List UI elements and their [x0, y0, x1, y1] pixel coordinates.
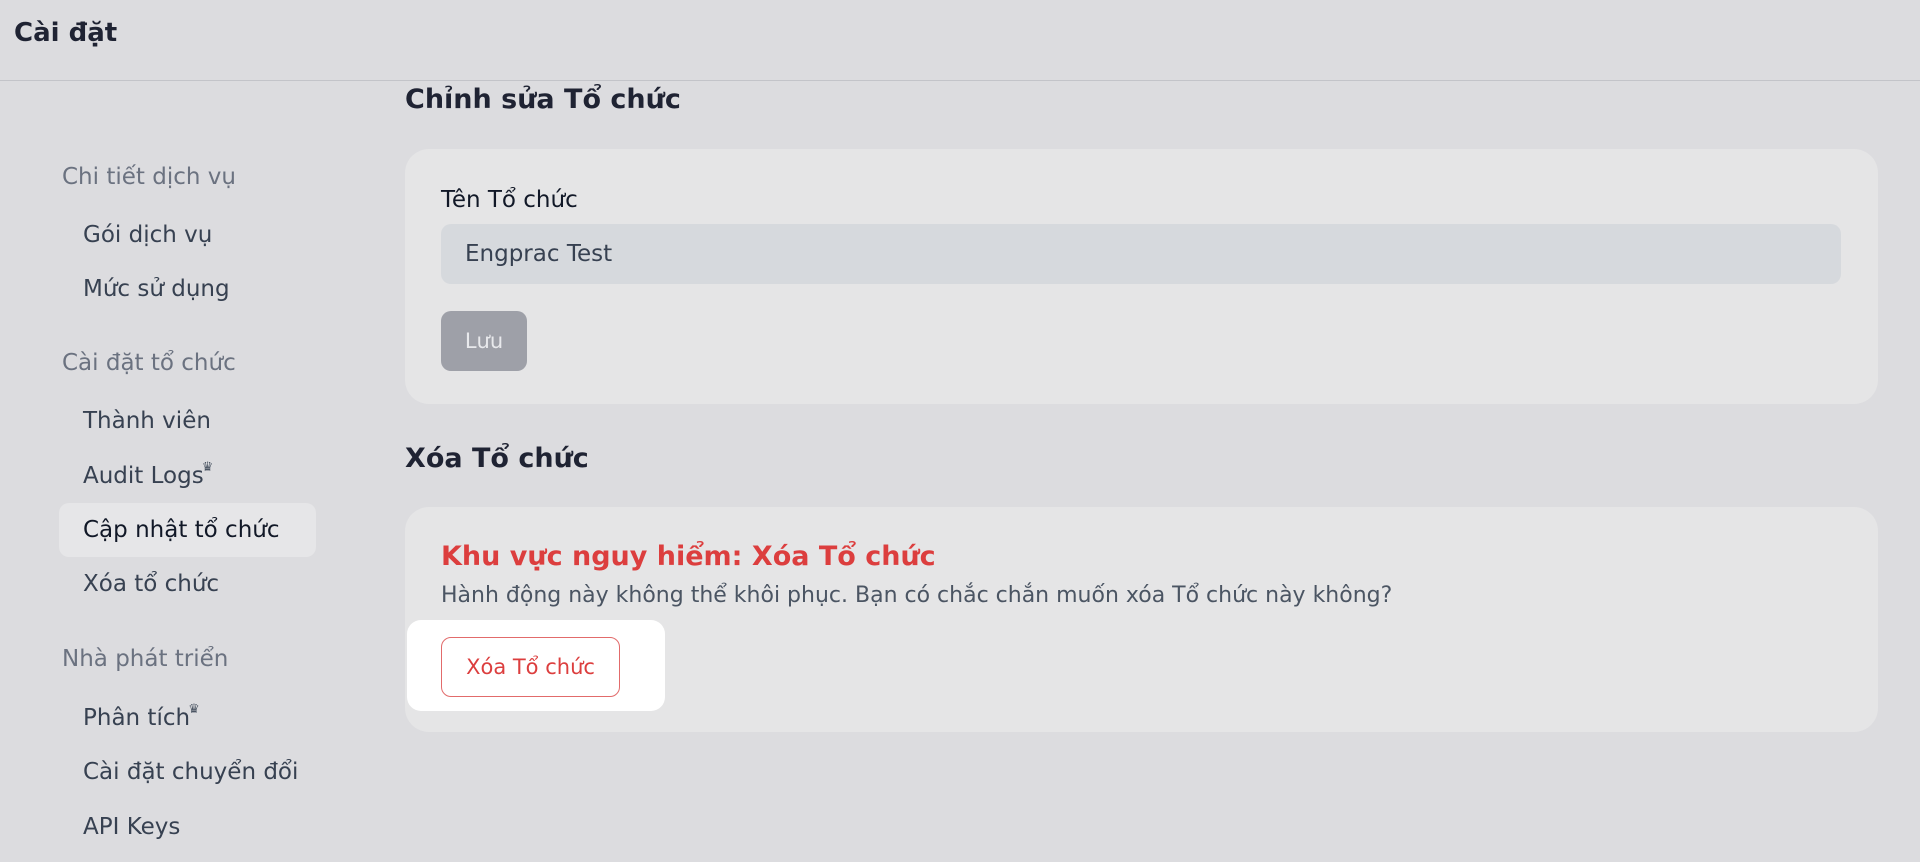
sidebar-item-label: Xóa tổ chức	[83, 571, 220, 597]
sidebar-group-org-settings: Cài đặt tổ chức	[62, 350, 236, 376]
sidebar-group-developer: Nhà phát triển	[62, 646, 229, 672]
sidebar-item-label: Thành viên	[83, 408, 211, 434]
sidebar-item-service-plan[interactable]: Gói dịch vụ	[59, 208, 316, 262]
save-button[interactable]: Lưu	[441, 311, 527, 371]
sidebar-item-label: Mức sử dụng	[83, 276, 230, 302]
sidebar-item-api-keys[interactable]: API Keys	[59, 800, 316, 854]
sidebar-item-label: Audit Logs	[83, 463, 204, 489]
sidebar-item-label: API Keys	[83, 814, 181, 840]
sidebar-item-members[interactable]: Thành viên	[59, 394, 316, 448]
delete-org-heading: Xóa Tổ chức	[405, 443, 589, 474]
org-name-label: Tên Tổ chức	[441, 187, 578, 213]
danger-zone-title: Khu vực nguy hiểm: Xóa Tổ chức	[441, 541, 936, 572]
danger-zone-card: Khu vực nguy hiểm: Xóa Tổ chức Hành động…	[405, 507, 1878, 732]
crown-icon: ♛	[201, 460, 214, 475]
sidebar-item-update-org[interactable]: Cập nhật tổ chức	[59, 503, 316, 557]
sidebar-item-analytics[interactable]: Phân tích♛	[59, 691, 316, 745]
org-name-input[interactable]	[441, 224, 1841, 284]
sidebar-item-label: Cập nhật tổ chức	[83, 517, 280, 543]
edit-org-card: Tên Tổ chức Lưu	[405, 149, 1878, 404]
sidebar-item-conversion-settings[interactable]: Cài đặt chuyển đổi	[59, 745, 316, 799]
sidebar-item-label: Gói dịch vụ	[83, 222, 213, 248]
sidebar-item-label: Phân tích	[83, 705, 191, 731]
sidebar-item-label: Cài đặt chuyển đổi	[83, 759, 299, 785]
sidebar-group-service-details: Chi tiết dịch vụ	[62, 164, 236, 190]
delete-org-button[interactable]: Xóa Tổ chức	[441, 637, 620, 697]
crown-icon: ♛	[188, 702, 200, 717]
sidebar-item-audit-logs[interactable]: Audit Logs♛	[59, 449, 316, 503]
danger-zone-description: Hành động này không thể khôi phục. Bạn c…	[441, 583, 1393, 608]
sidebar-item-usage[interactable]: Mức sử dụng	[59, 262, 316, 316]
page-title: Cài đặt	[14, 18, 118, 48]
edit-org-heading: Chỉnh sửa Tổ chức	[405, 84, 681, 115]
sidebar-item-delete-org[interactable]: Xóa tổ chức	[59, 557, 316, 611]
top-bar: Cài đặt	[0, 0, 1920, 81]
